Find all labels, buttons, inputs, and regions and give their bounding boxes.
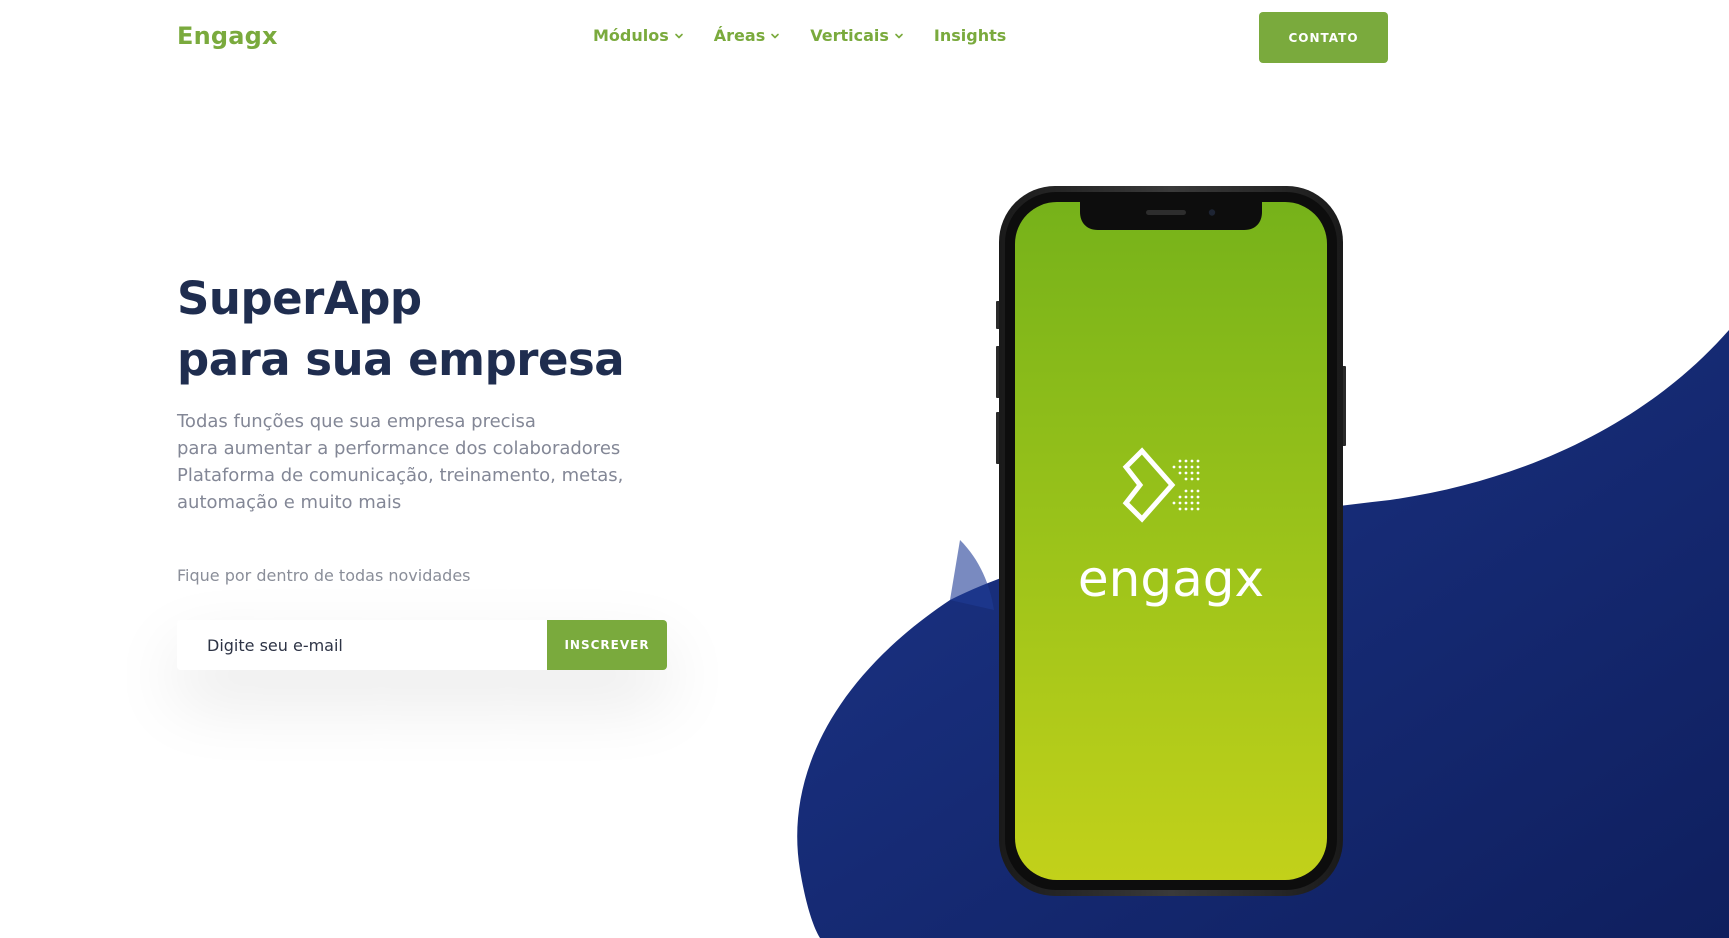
nav-item-insights[interactable]: Insights (934, 26, 1006, 45)
contact-button[interactable]: CONTATO (1259, 12, 1388, 63)
hero-description-line: Plataforma de comunicação, treinamento, … (177, 465, 624, 486)
nav-item-label: Áreas (713, 26, 766, 45)
hero-description-line: automação e muito mais (177, 492, 402, 513)
nav-item-label: Insights (933, 26, 1007, 45)
hero-description: Todas funções que sua empresa precisa pa… (177, 408, 623, 516)
nav-item-label: Verticais (810, 26, 889, 45)
nav-item-modulos[interactable]: Módulos (593, 26, 684, 45)
phone-mockup: engagx (996, 186, 1346, 896)
phone-camera (1208, 209, 1216, 216)
chevron-down-icon (674, 33, 683, 38)
nav-item-label: Módulos (593, 26, 669, 45)
chevron-down-icon (771, 33, 780, 38)
email-input[interactable] (177, 620, 547, 670)
site-header: Engagx Módulos Áreas Verticais Insights … (0, 0, 1729, 76)
main-nav: Módulos Áreas Verticais Insights (593, 26, 1006, 45)
hero-title-line-1: SuperApp (177, 272, 422, 325)
newsletter-label: Fique por dentro de todas novidades (177, 566, 471, 585)
phone-brand-text: engagx (1078, 550, 1264, 608)
phone-speaker (1146, 210, 1186, 215)
nav-item-verticais[interactable]: Verticais (810, 26, 904, 45)
newsletter-form: INSCREVER (177, 620, 667, 670)
page: Engagx Módulos Áreas Verticais Insights … (0, 0, 1729, 938)
hero-description-line: para aumentar a performance dos colabora… (177, 438, 621, 459)
hero-title-line-2: para sua empresa (177, 333, 625, 386)
phone-screen (1015, 202, 1327, 880)
hero-title: SuperApp para sua empresa (177, 268, 625, 390)
chevron-down-icon (895, 33, 903, 38)
hero-description-line: Todas funções que sua empresa precisa (177, 411, 536, 432)
subscribe-button[interactable]: INSCREVER (547, 620, 667, 670)
phone-notch (1080, 202, 1262, 230)
nav-item-areas[interactable]: Áreas (714, 26, 780, 45)
brand-logo[interactable]: Engagx (177, 22, 278, 50)
